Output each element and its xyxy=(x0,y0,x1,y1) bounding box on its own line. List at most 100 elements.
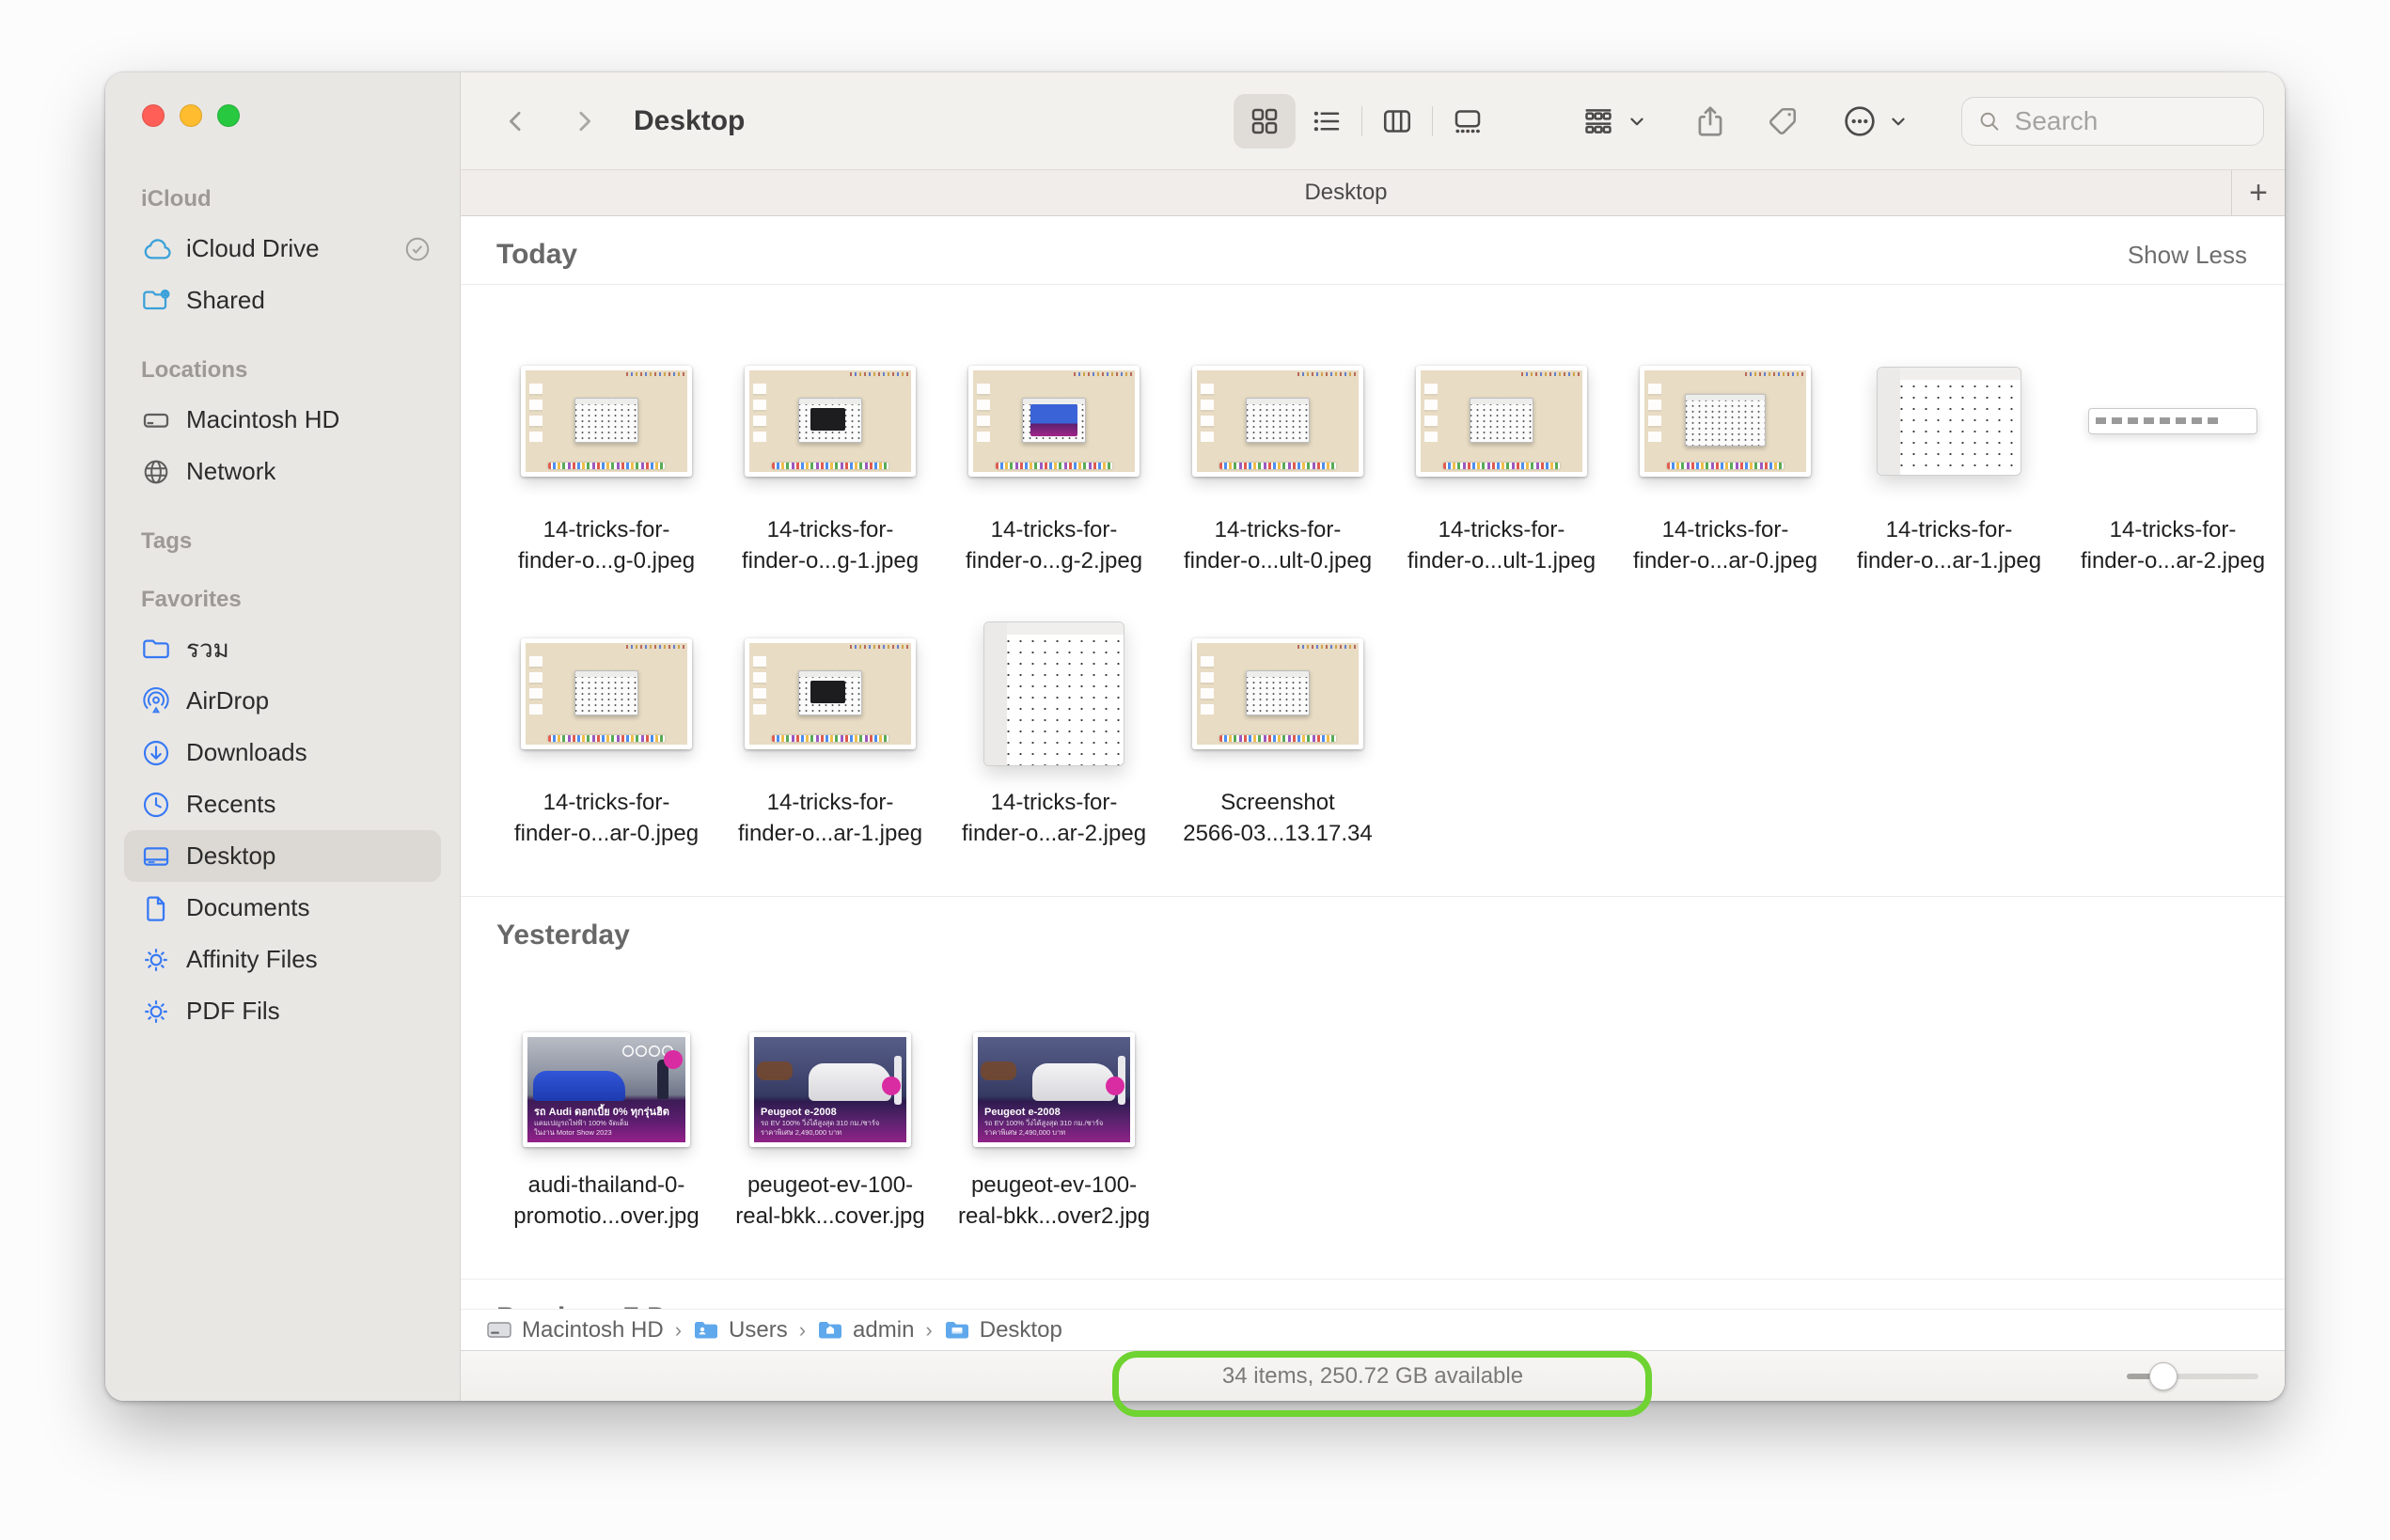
file-item[interactable]: 14-tricks-for- finder-o...g-1.jpeg xyxy=(718,351,942,576)
home-folder-icon xyxy=(817,1319,843,1342)
sidebar-section-header-locations: Locations xyxy=(124,356,441,385)
sidebar-item-label: AirDrop xyxy=(186,686,269,715)
search-field[interactable] xyxy=(1961,97,2264,146)
banner-subtitle: แคมเปญรถไฟฟ้า 100% จัดเต็ม xyxy=(534,1119,679,1128)
share-button[interactable] xyxy=(1692,94,1728,149)
file-item[interactable]: 14-tricks-for- finder-o...g-2.jpeg xyxy=(942,351,1166,576)
path-item-label: Desktop xyxy=(980,1317,1062,1344)
icon-size-slider[interactable] xyxy=(2127,1362,2258,1391)
path-item-users[interactable]: Users xyxy=(693,1317,788,1344)
more-actions-button[interactable] xyxy=(1841,94,1909,149)
thumbnail-banner: Peugeot e-2008 รถ EV 100% วิ่งได้สูงสุด … xyxy=(984,1106,1124,1138)
section-header-today: Today Show Less xyxy=(461,216,2285,284)
desktop-folder-icon xyxy=(944,1319,970,1342)
column-view-button[interactable] xyxy=(1366,94,1428,149)
file-item[interactable]: 14-tricks-for- finder-o...ult-0.jpeg xyxy=(1166,351,1390,576)
file-name: peugeot-ev-100- real-bkk...cover.jpg xyxy=(718,1170,942,1232)
file-thumbnail xyxy=(1640,366,1811,477)
view-switcher xyxy=(1234,94,1499,149)
sidebar-item-icloud-drive[interactable]: iCloud Drive xyxy=(124,223,441,275)
file-name: 14-tricks-for- finder-o...ar-2.jpeg xyxy=(2061,514,2285,576)
sidebar-item-recents[interactable]: Recents xyxy=(124,778,441,830)
path-separator: › xyxy=(799,1318,806,1343)
sidebar-item-label: Downloads xyxy=(186,738,307,767)
folder-icon xyxy=(141,635,171,665)
file-thumbnail xyxy=(745,366,916,477)
file-item[interactable]: 14-tricks-for- finder-o...g-0.jpeg xyxy=(495,351,718,576)
file-item[interactable]: 14-tricks-for- finder-o...ult-1.jpeg xyxy=(1390,351,1613,576)
file-item[interactable]: 14-tricks-for- finder-o...ar-2.jpeg xyxy=(942,623,1166,849)
tag-button[interactable] xyxy=(1766,94,1800,149)
file-name: Screenshot 2566-03...13.17.34 xyxy=(1166,787,1390,849)
section-title: Yesterday xyxy=(496,919,630,951)
file-item[interactable]: Screenshot 2566-03...13.17.34 xyxy=(1166,623,1390,849)
gear-icon xyxy=(141,945,171,975)
sidebar-item-label: iCloud Drive xyxy=(186,234,320,263)
file-item[interactable]: Peugeot e-2008 รถ EV 100% วิ่งได้สูงสุด … xyxy=(942,1032,1166,1232)
sidebar-section-header-favorites: Favorites xyxy=(124,586,441,614)
icon-view-button[interactable] xyxy=(1234,94,1296,149)
file-item[interactable]: รถ Audi ดอกเบี้ย 0% ทุกรุ่นฮิต แคมเปญรถไ… xyxy=(495,1032,718,1232)
group-by-button[interactable] xyxy=(1580,94,1647,149)
file-item[interactable]: 14-tricks-for- finder-o...ar-1.jpeg xyxy=(1837,351,2061,576)
banner-subtitle: รถ EV 100% วิ่งได้สูงสุด 310 กม./ชาร์จ xyxy=(984,1119,1124,1128)
tab-desktop[interactable]: Desktop xyxy=(461,170,2231,215)
back-button[interactable] xyxy=(495,100,538,143)
sidebar-item-ruam[interactable]: รวม xyxy=(124,623,441,675)
sidebar-item-network[interactable]: Network xyxy=(124,446,441,497)
new-tab-button[interactable]: + xyxy=(2231,170,2285,215)
file-name: 14-tricks-for- finder-o...ar-0.jpeg xyxy=(495,787,718,849)
gallery-view-button[interactable] xyxy=(1437,94,1499,149)
path-item-macintosh-hd[interactable]: Macintosh HD xyxy=(486,1317,664,1344)
show-less-link[interactable]: Show Less xyxy=(2128,241,2247,270)
toolbar-separator xyxy=(1432,106,1433,136)
toolbar: Desktop xyxy=(461,72,2285,169)
file-grid-yesterday: รถ Audi ดอกเบี้ย 0% ทุกรุ่นฮิต แคมเปญรถไ… xyxy=(461,965,2285,1279)
sidebar-item-label: PDF Fils xyxy=(186,997,280,1026)
path-separator: › xyxy=(925,1318,932,1343)
sidebar-item-airdrop[interactable]: AirDrop xyxy=(124,675,441,727)
file-browser-content: Today Show Less 14-tricks-for- finder-o.… xyxy=(461,216,2285,1401)
sidebar-item-pdf-fils[interactable]: PDF Fils xyxy=(124,985,441,1037)
file-item[interactable]: Peugeot e-2008 รถ EV 100% วิ่งได้สูงสุด … xyxy=(718,1032,942,1232)
file-item[interactable]: 14-tricks-for- finder-o...ar-0.jpeg xyxy=(1613,351,1837,576)
path-item-label: admin xyxy=(853,1317,914,1344)
thumbnail-banner: รถ Audi ดอกเบี้ย 0% ทุกรุ่นฮิต แคมเปญรถไ… xyxy=(534,1106,679,1138)
sidebar-item-affinity-files[interactable]: Affinity Files xyxy=(124,934,441,985)
file-grid-today: 14-tricks-for- finder-o...g-0.jpeg 14-tr… xyxy=(461,284,2285,896)
zoom-button[interactable] xyxy=(217,104,240,127)
sidebar-item-label: Affinity Files xyxy=(186,945,318,974)
file-thumbnail xyxy=(1416,366,1587,477)
file-thumbnail xyxy=(968,366,1140,477)
banner-title: รถ Audi ดอกเบี้ย 0% ทุกรุ่นฮิต xyxy=(534,1106,679,1119)
path-item-admin[interactable]: admin xyxy=(817,1317,914,1344)
airdrop-icon xyxy=(141,686,171,716)
search-input[interactable] xyxy=(2013,105,2248,137)
sidebar-item-downloads[interactable]: Downloads xyxy=(124,727,441,778)
path-item-label: Macintosh HD xyxy=(522,1317,664,1344)
sidebar-item-macintosh-hd[interactable]: Macintosh HD xyxy=(124,394,441,446)
list-view-button[interactable] xyxy=(1296,94,1358,149)
file-item[interactable]: 14-tricks-for- finder-o...ar-0.jpeg xyxy=(495,623,718,849)
sidebar-item-documents[interactable]: Documents xyxy=(124,882,441,934)
close-button[interactable] xyxy=(142,104,165,127)
minimize-button[interactable] xyxy=(180,104,202,127)
annotation-highlight-box xyxy=(1112,1351,1652,1417)
file-thumbnail xyxy=(1192,638,1363,749)
file-item[interactable]: 14-tricks-for- finder-o...ar-1.jpeg xyxy=(718,623,942,849)
file-thumbnail xyxy=(1192,366,1363,477)
file-thumbnail xyxy=(1877,367,2021,476)
banner-subtitle: ราคาพิเศษ 2,490,000 บาท xyxy=(984,1128,1124,1138)
forward-button[interactable] xyxy=(562,100,605,143)
desktop-display-icon xyxy=(141,841,171,872)
sidebar-item-label: Desktop xyxy=(186,841,275,871)
file-thumbnail xyxy=(2088,408,2257,434)
users-folder-icon xyxy=(693,1319,719,1342)
file-item[interactable]: 14-tricks-for- finder-o...ar-2.jpeg xyxy=(2061,351,2285,576)
slider-thumb[interactable] xyxy=(2149,1362,2178,1391)
globe-icon xyxy=(141,457,171,487)
chevron-down-icon xyxy=(1888,111,1909,132)
sidebar-item-desktop[interactable]: Desktop xyxy=(124,830,441,882)
path-item-desktop[interactable]: Desktop xyxy=(944,1317,1062,1344)
sidebar-item-shared[interactable]: Shared xyxy=(124,275,441,326)
